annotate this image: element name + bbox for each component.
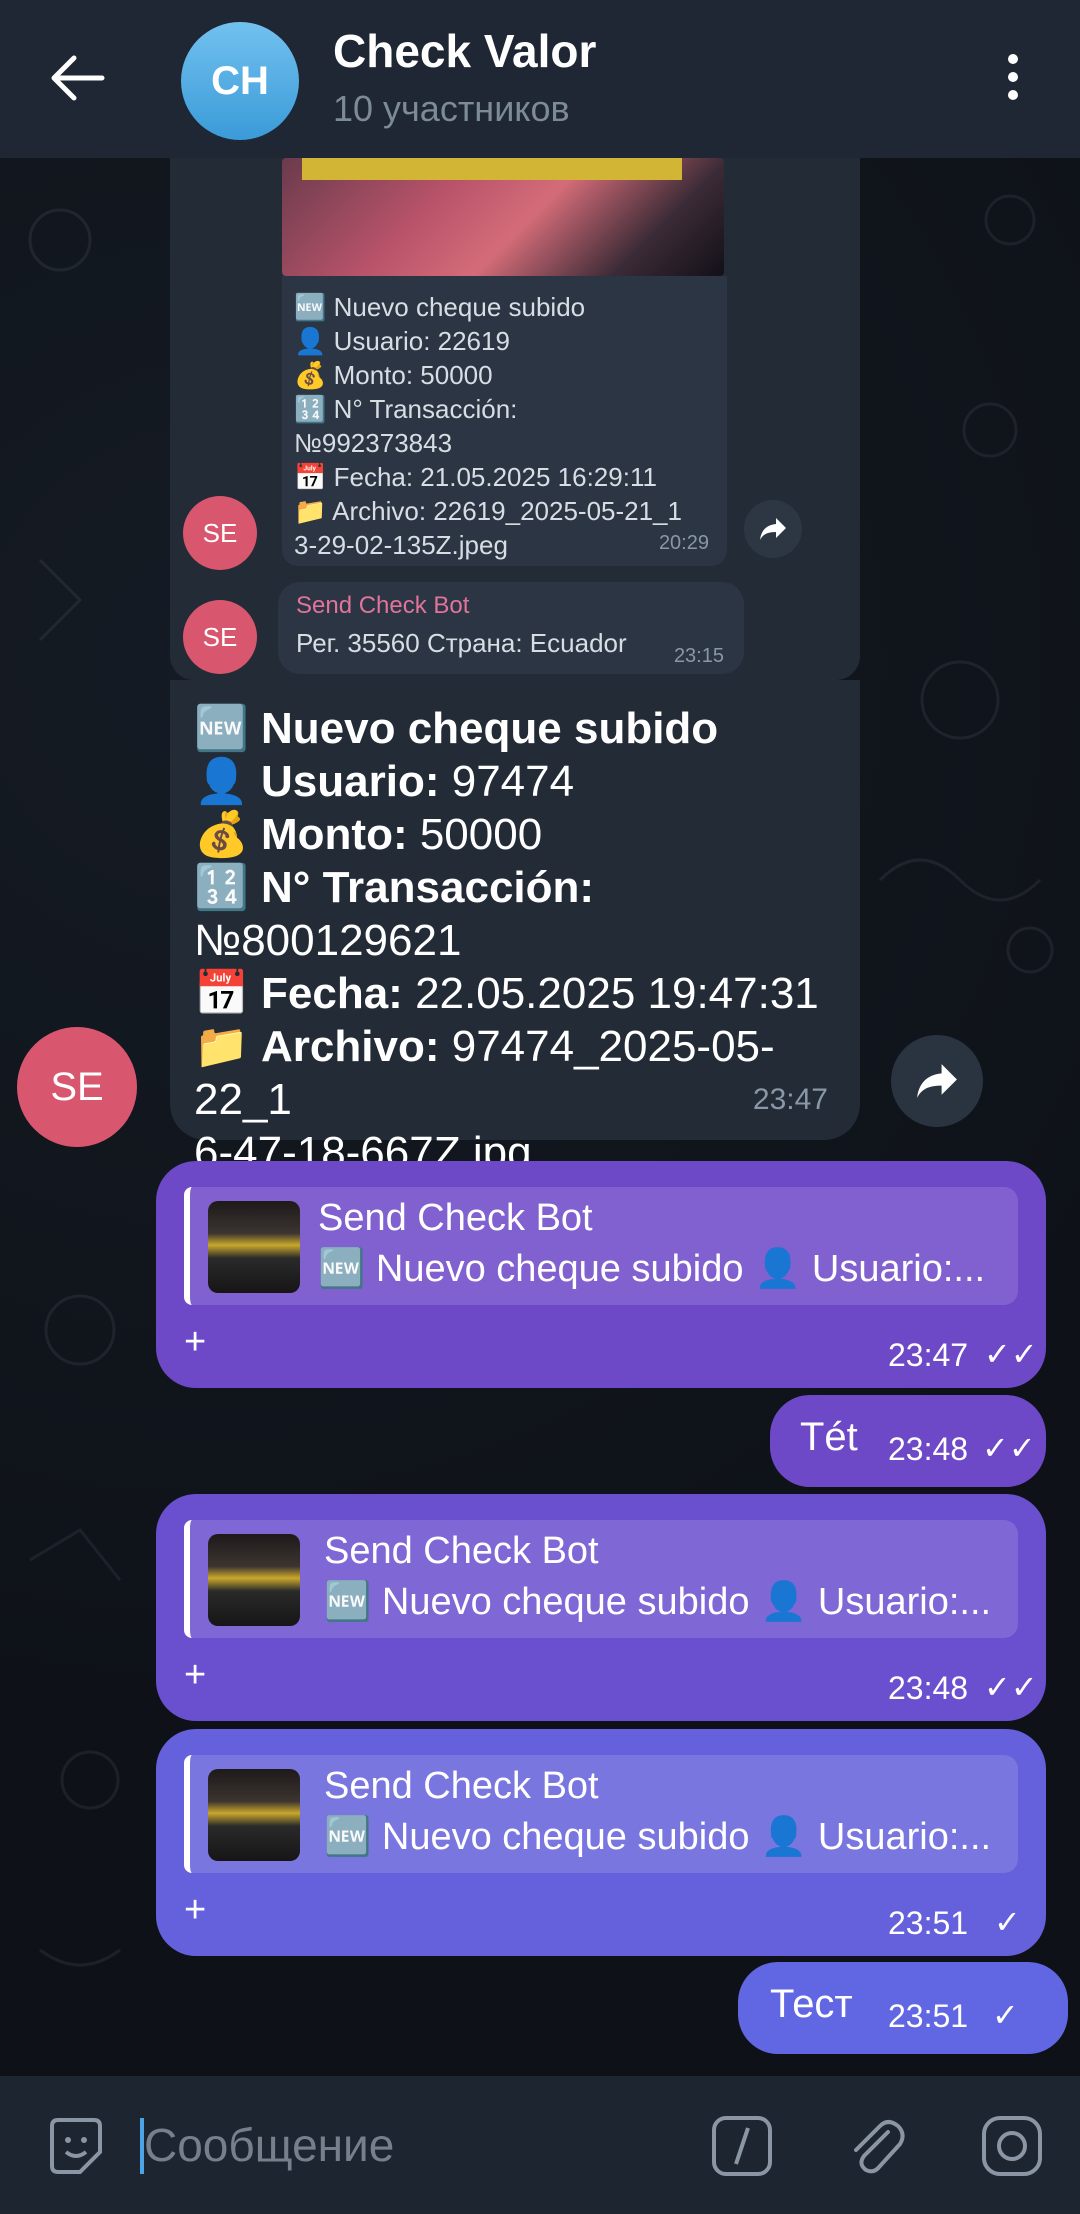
reply-text: 🆕 Nuevo cheque subido 👤 Usuario:... [318, 1248, 986, 1290]
incoming-message[interactable]: 🆕 Nuevo cheque subido 👤 Usuario: 97474 💰… [170, 680, 860, 1177]
trans-label: N° Transacción: [261, 863, 595, 912]
message-line: 💰 Monto: 50000 [194, 810, 543, 859]
caption-line: №992373843 [294, 428, 453, 458]
chat-subtitle: 10 участников [333, 88, 570, 129]
single-check-icon: ✓ [992, 1997, 1019, 2033]
sender-avatar[interactable]: SE [183, 496, 257, 570]
reply-preview[interactable]: Send Check Bot 🆕 Nuevo cheque subido 👤 U… [184, 1187, 1018, 1305]
bot-message[interactable]: Send Check Bot Рег. 35560 Страна: Ecuado… [278, 582, 744, 674]
caption-line: 💰 Monto: 50000 [294, 360, 493, 390]
trans-value: №800129621 [194, 916, 462, 965]
back-arrow-icon[interactable] [50, 55, 106, 101]
message-time: 20:29 [658, 532, 709, 554]
caption-line: 3-29-02-135Z.jpeg [294, 530, 508, 560]
outgoing-message[interactable]: Send Check Bot 🆕 Nuevo cheque subido 👤 U… [156, 1729, 1046, 1956]
forwarded-caption-card: 🆕 Nuevo cheque subido 👤 Usuario: 22619 💰… [282, 276, 727, 566]
archivo-label: Archivo: [261, 1022, 440, 1071]
bot-commands-icon[interactable] [708, 2112, 776, 2180]
outgoing-message[interactable]: Tét 23:48 ✓✓ [770, 1395, 1046, 1487]
plus-label: + [184, 1654, 207, 1696]
caption-line: 👤 Usuario: 22619 [294, 326, 510, 356]
share-arrow-icon [760, 518, 786, 540]
double-check-icon: ✓✓ [984, 1336, 1038, 1372]
message-line: 🔢 N° Transacción: [194, 863, 595, 912]
sender-avatar[interactable]: SE [183, 600, 257, 674]
message-time: 23:47 [752, 1083, 828, 1116]
bot-name: Send Check Bot [296, 592, 470, 619]
message-time: 23:48 [888, 1670, 969, 1706]
reply-thumbnail [208, 1534, 300, 1626]
monto-value: 50000 [407, 810, 543, 859]
monto-label: Monto: [261, 810, 408, 859]
group-avatar[interactable]: CH [181, 22, 299, 140]
reply-name: Send Check Bot [318, 1197, 593, 1239]
outgoing-message[interactable]: Send Check Bot 🆕 Nuevo cheque subido 👤 U… [156, 1161, 1046, 1388]
message-time: 23:51 [888, 1905, 969, 1941]
fecha-label: Fecha: [261, 969, 403, 1018]
attach-paperclip-icon[interactable] [842, 2112, 910, 2180]
message-line: 📁 Archivo: 97474_2025-05-22_1 [194, 1022, 775, 1124]
share-arrow-icon [917, 1064, 957, 1098]
message-text: Тест [770, 1982, 853, 2026]
bot-message-text: Рег. 35560 Страна: Ecuador [296, 628, 627, 658]
outgoing-message[interactable]: Тест 23:51 ✓ [738, 1962, 1068, 2054]
reply-preview[interactable]: Send Check Bot 🆕 Nuevo cheque subido 👤 U… [184, 1755, 1018, 1873]
message-input-bar: Сообщение [0, 2076, 1080, 2214]
reply-name: Send Check Bot [324, 1530, 599, 1572]
message-time: 23:15 [673, 645, 724, 667]
more-menu-icon[interactable] [998, 54, 1028, 104]
reply-text: 🆕 Nuevo cheque subido 👤 Usuario:... [324, 1581, 992, 1623]
message-input[interactable]: Сообщение [144, 2118, 394, 2172]
message-time: 23:48 [888, 1431, 969, 1467]
message-text: Tét [800, 1415, 858, 1459]
caption-line: 📅 Fecha: 21.05.2025 16:29:11 [294, 462, 657, 492]
sticker-emoji-icon[interactable] [42, 2112, 110, 2180]
camera-icon[interactable] [978, 2112, 1046, 2180]
forward-button[interactable] [891, 1035, 983, 1127]
sender-avatar[interactable]: SE [17, 1027, 137, 1147]
reply-thumbnail [208, 1201, 300, 1293]
message-line: 📅 Fecha: 22.05.2025 19:47:31 [194, 969, 819, 1018]
line-heading: Nuevo cheque subido [261, 704, 719, 753]
usuario-value: 97474 [439, 757, 575, 806]
plus-label: + [184, 1321, 207, 1363]
double-check-icon: ✓✓ [984, 1669, 1038, 1705]
message-line: 👤 Usuario: 97474 [194, 757, 575, 806]
reply-preview[interactable]: Send Check Bot 🆕 Nuevo cheque subido 👤 U… [184, 1520, 1018, 1638]
message-time: 23:47 [888, 1337, 969, 1373]
double-check-icon: ✓✓ [982, 1430, 1036, 1466]
reply-text: 🆕 Nuevo cheque subido 👤 Usuario:... [324, 1816, 992, 1858]
photo-thumbnail[interactable] [282, 158, 724, 276]
reply-name: Send Check Bot [324, 1765, 599, 1807]
chat-header: CH Check Valor 10 участников [0, 0, 1080, 158]
caption-line: 🔢 N° Transacción: [294, 394, 518, 424]
plus-label: + [184, 1889, 207, 1931]
message-line: 🆕 Nuevo cheque subido [194, 704, 719, 753]
usuario-label: Usuario: [261, 757, 440, 806]
forward-button[interactable] [744, 500, 802, 558]
fecha-value: 22.05.2025 19:47:31 [402, 969, 819, 1018]
caption-line: 📁 Archivo: 22619_2025-05-21_1 [294, 496, 682, 526]
reply-thumbnail [208, 1769, 300, 1861]
message-time: 23:51 [888, 1998, 969, 2034]
single-check-icon: ✓ [994, 1904, 1021, 1940]
outgoing-message[interactable]: Send Check Bot 🆕 Nuevo cheque subido 👤 U… [156, 1494, 1046, 1721]
caption-line: 🆕 Nuevo cheque subido [294, 292, 586, 322]
chat-title[interactable]: Check Valor [333, 24, 596, 78]
